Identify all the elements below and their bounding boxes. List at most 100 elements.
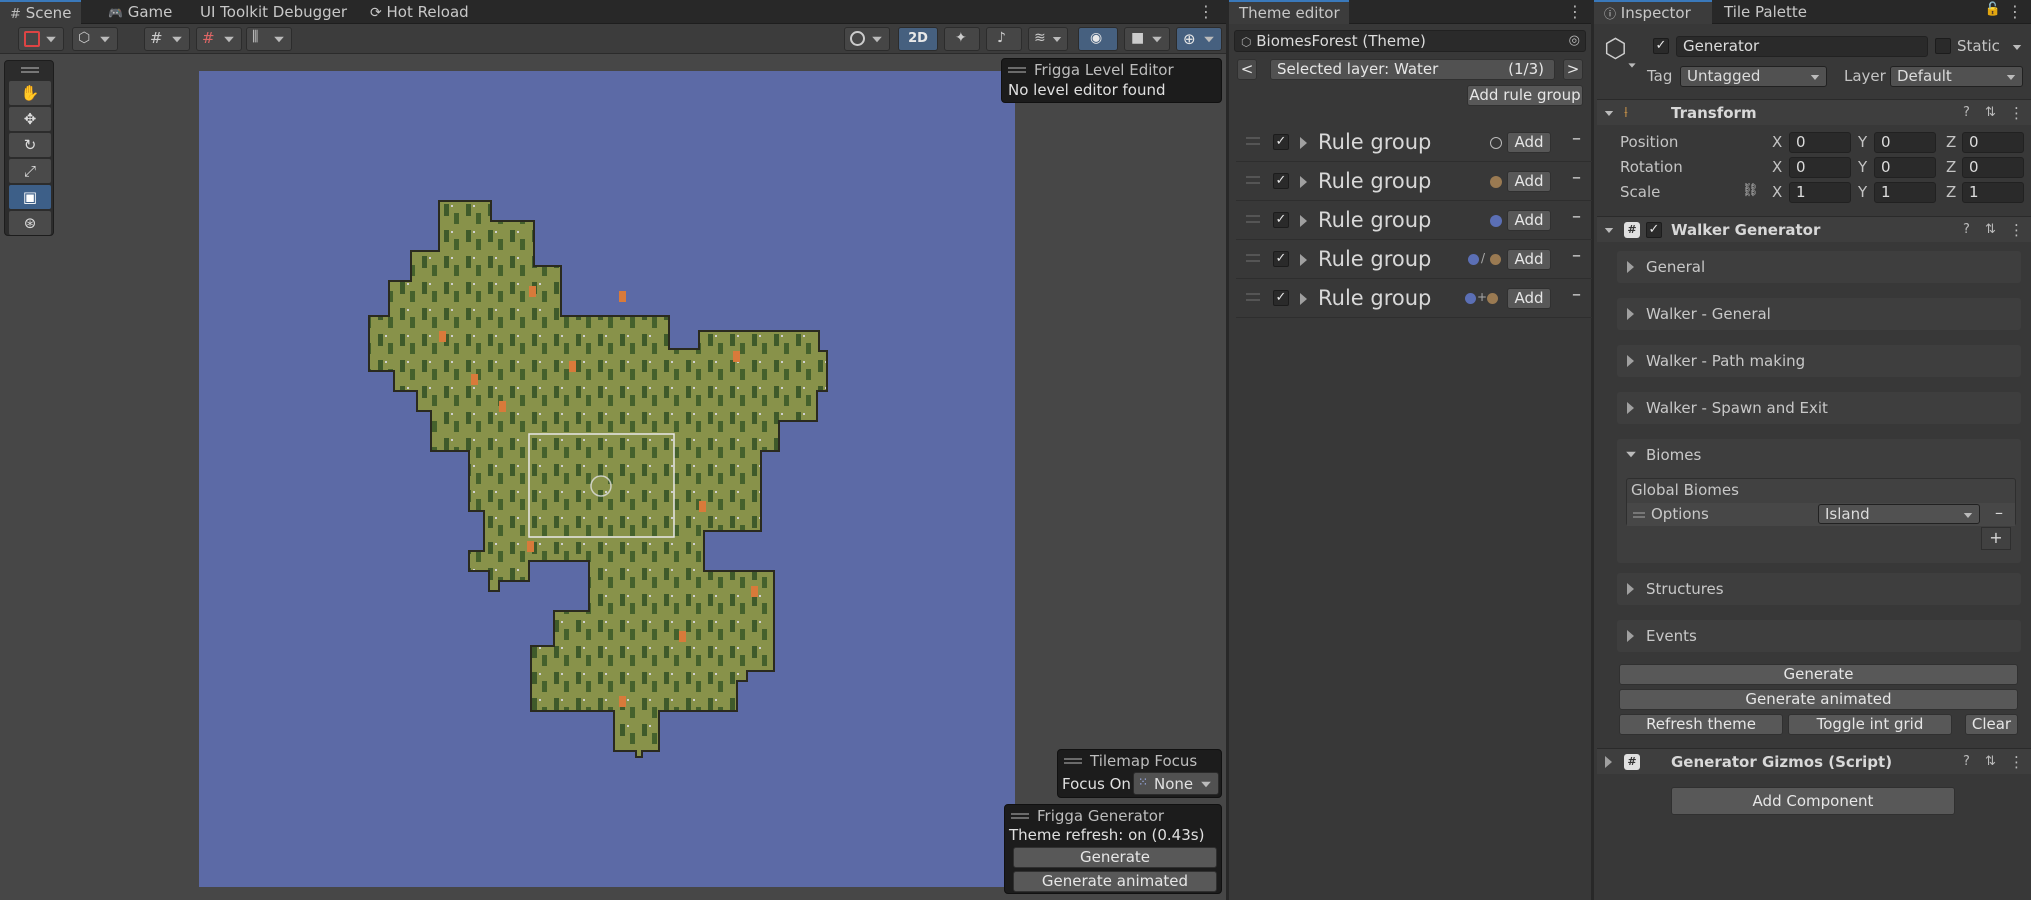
- position-z-field[interactable]: 0: [1962, 132, 2024, 153]
- move-tool[interactable]: ✥: [9, 107, 51, 131]
- preset-icon[interactable]: ⇅: [1985, 754, 1996, 769]
- rule-group-add-button[interactable]: Add: [1507, 249, 1551, 270]
- toggle-2d-button[interactable]: 2D: [898, 27, 938, 51]
- increment-snap-dropdown[interactable]: #: [196, 27, 242, 51]
- hidden-objects-toggle[interactable]: ◉: [1078, 27, 1118, 51]
- rule-group-remove-button[interactable]: –: [1572, 245, 1581, 266]
- remove-option-button[interactable]: –: [1995, 503, 2003, 522]
- grid-snap-dropdown[interactable]: #: [144, 27, 190, 51]
- expand-arrow-icon[interactable]: [1300, 215, 1307, 227]
- more-menu-icon[interactable]: ⋮: [2009, 753, 2024, 771]
- tab-hot-reload[interactable]: ⟳ Hot Reload: [360, 0, 479, 24]
- lighting-toggle[interactable]: ✦: [944, 27, 980, 51]
- rule-group-remove-button[interactable]: –: [1572, 167, 1581, 188]
- scale-z-field[interactable]: 1: [1962, 182, 2024, 203]
- chevron-down-icon[interactable]: [1628, 63, 1636, 68]
- help-icon[interactable]: ?: [1963, 754, 1970, 769]
- more-menu-icon[interactable]: ⋮: [2009, 104, 2024, 122]
- chevron-down-icon[interactable]: [2012, 45, 2022, 50]
- chevron-down-icon[interactable]: [1626, 451, 1636, 458]
- focus-on-dropdown[interactable]: ⁙ None: [1133, 772, 1219, 795]
- rotation-y-field[interactable]: 0: [1874, 157, 1936, 178]
- audio-toggle[interactable]: ♪: [986, 27, 1022, 51]
- walker-generator-header[interactable]: # ✓ Walker Generator ? ⇅ ⋮: [1597, 216, 2031, 242]
- render-mode-dropdown[interactable]: ⬡: [72, 27, 118, 51]
- scale-x-field[interactable]: 1: [1789, 182, 1851, 203]
- help-icon[interactable]: ?: [1963, 222, 1970, 237]
- overlay-grip[interactable]: [1064, 758, 1082, 764]
- rotation-z-field[interactable]: 0: [1962, 157, 2024, 178]
- expand-arrow-icon[interactable]: [1300, 293, 1307, 305]
- position-y-field[interactable]: 0: [1874, 132, 1936, 153]
- tab-scene[interactable]: # Scene: [0, 0, 82, 24]
- rule-group-add-button[interactable]: Add: [1507, 132, 1551, 153]
- scale-y-field[interactable]: 1: [1874, 182, 1936, 203]
- shading-dropdown[interactable]: [844, 27, 890, 51]
- gameobject-name-field[interactable]: Generator: [1676, 36, 1928, 57]
- tag-dropdown[interactable]: Untagged: [1680, 66, 1827, 87]
- more-menu-icon[interactable]: ⋮: [2009, 221, 2024, 239]
- toggle-int-grid-button[interactable]: Toggle int grid: [1788, 714, 1952, 735]
- drag-handle[interactable]: [1246, 215, 1260, 223]
- more-menu-icon[interactable]: ⋮: [1198, 2, 1214, 21]
- expand-arrow-icon[interactable]: [1300, 137, 1307, 149]
- hand-tool[interactable]: ✋: [9, 81, 51, 105]
- align-dropdown[interactable]: ⫼: [246, 27, 292, 51]
- tab-ui-toolkit-debugger[interactable]: UI Toolkit Debugger: [190, 0, 357, 24]
- refresh-theme-button[interactable]: Refresh theme: [1619, 714, 1783, 735]
- overlay-generate-animated-button[interactable]: Generate animated: [1013, 871, 1217, 892]
- rule-group-add-button[interactable]: Add: [1507, 288, 1551, 309]
- rule-group-add-button[interactable]: Add: [1507, 171, 1551, 192]
- static-checkbox[interactable]: [1935, 38, 1951, 54]
- position-x-field[interactable]: 0: [1789, 132, 1851, 153]
- transform-tool[interactable]: ⊛: [9, 211, 51, 235]
- rule-group-enabled-checkbox[interactable]: ✓: [1273, 173, 1289, 189]
- more-menu-icon[interactable]: ⋮: [1567, 2, 1583, 21]
- component-enabled-checkbox[interactable]: ✓: [1646, 222, 1662, 238]
- gizmos-dropdown[interactable]: ⊕: [1176, 27, 1222, 51]
- foldout-general[interactable]: General: [1617, 251, 2021, 283]
- foldout-walker-path-making[interactable]: Walker - Path making: [1617, 345, 2021, 377]
- camera-dropdown[interactable]: ■: [1124, 27, 1170, 51]
- rule-group-enabled-checkbox[interactable]: ✓: [1273, 212, 1289, 228]
- expand-arrow-icon[interactable]: [1300, 176, 1307, 188]
- tab-inspector[interactable]: ⓘ Inspector: [1594, 0, 1712, 24]
- tab-theme-editor[interactable]: Theme editor: [1229, 0, 1349, 24]
- add-option-button[interactable]: +: [1981, 527, 2011, 550]
- prev-layer-button[interactable]: <: [1237, 59, 1257, 80]
- rule-group-enabled-checkbox[interactable]: ✓: [1273, 290, 1289, 306]
- scene-canvas[interactable]: [199, 71, 1015, 887]
- drag-handle[interactable]: [1633, 512, 1645, 518]
- next-layer-button[interactable]: >: [1563, 59, 1583, 80]
- rule-group-enabled-checkbox[interactable]: ✓: [1273, 134, 1289, 150]
- foldout-events[interactable]: Events: [1617, 620, 2021, 652]
- preset-icon[interactable]: ⇅: [1985, 105, 1996, 120]
- selected-layer-field[interactable]: Selected layer: Water (1/3): [1270, 59, 1555, 80]
- link-scale-icon[interactable]: ⛓: [1742, 183, 1759, 198]
- expand-arrow-icon[interactable]: [1300, 254, 1307, 266]
- draw-mode-dropdown[interactable]: [18, 27, 64, 51]
- gameobject-active-checkbox[interactable]: ✓: [1653, 38, 1669, 54]
- rule-group-add-button[interactable]: Add: [1507, 210, 1551, 231]
- clear-button[interactable]: Clear: [1965, 714, 2018, 735]
- drag-handle[interactable]: [1246, 293, 1260, 301]
- rule-group-remove-button[interactable]: –: [1572, 206, 1581, 227]
- object-picker-icon[interactable]: ◎: [1569, 31, 1580, 51]
- tab-game[interactable]: 🎮 Game: [98, 0, 182, 24]
- effects-dropdown[interactable]: ≋: [1028, 27, 1068, 51]
- rotate-tool[interactable]: ↻: [9, 133, 51, 157]
- drag-handle[interactable]: [1246, 176, 1260, 184]
- overlay-grip[interactable]: [1011, 813, 1029, 819]
- more-menu-icon[interactable]: ⋮: [2007, 2, 2023, 21]
- add-component-button[interactable]: Add Component: [1671, 787, 1955, 815]
- layer-dropdown[interactable]: Default: [1890, 66, 2023, 87]
- foldout-walker-general[interactable]: Walker - General: [1617, 298, 2021, 330]
- rule-group-enabled-checkbox[interactable]: ✓: [1273, 251, 1289, 267]
- overlay-grip[interactable]: [1008, 67, 1026, 73]
- overlay-generate-button[interactable]: Generate: [1013, 847, 1217, 868]
- drag-handle[interactable]: [1246, 254, 1260, 262]
- transform-header[interactable]: ⟊ Transform ? ⇅ ⋮: [1597, 99, 2031, 125]
- generate-button[interactable]: Generate: [1619, 664, 2018, 685]
- tab-tile-palette[interactable]: Tile Palette: [1714, 0, 1817, 24]
- generate-animated-button[interactable]: Generate animated: [1619, 689, 2018, 710]
